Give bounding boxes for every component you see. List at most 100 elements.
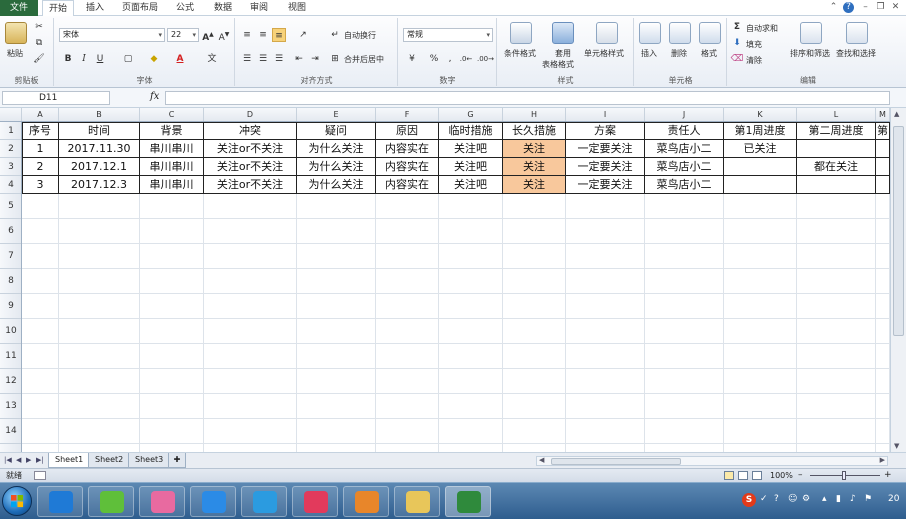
- table-cell[interactable]: 内容实在: [376, 140, 439, 158]
- horizontal-scroll-thumb[interactable]: [551, 458, 681, 465]
- table-header-cell[interactable]: 临时措施: [439, 122, 503, 140]
- table-cell[interactable]: [797, 176, 876, 194]
- cell-styles-icon[interactable]: [596, 22, 618, 44]
- align-middle-icon[interactable]: ≡: [256, 28, 270, 42]
- increase-indent-icon[interactable]: ⇥: [308, 52, 322, 66]
- row-header-13[interactable]: 13: [0, 394, 21, 419]
- insert-function-button[interactable]: fx: [150, 91, 159, 102]
- table-header-cell[interactable]: 时间: [59, 122, 140, 140]
- find-select-icon[interactable]: [846, 22, 868, 44]
- comma-button[interactable]: ,: [443, 52, 457, 66]
- copy-icon[interactable]: ⧉: [32, 36, 46, 50]
- table-header-cell[interactable]: 责任人: [645, 122, 724, 140]
- table-cell[interactable]: 内容实在: [376, 176, 439, 194]
- underline-button[interactable]: U: [93, 52, 107, 66]
- next-sheet-icon[interactable]: ▶: [26, 456, 31, 464]
- orientation-icon[interactable]: ↗: [296, 28, 310, 42]
- table-cell[interactable]: [876, 158, 890, 176]
- table-cell[interactable]: 菜鸟店小二: [645, 176, 724, 194]
- close-icon[interactable]: ✕: [890, 2, 901, 13]
- zoom-level[interactable]: 100%: [770, 469, 793, 482]
- table-cell[interactable]: 2017.12.3: [59, 176, 140, 194]
- table-cell[interactable]: 3: [22, 176, 59, 194]
- conditional-format-icon[interactable]: [510, 22, 532, 44]
- sheet-tab-1[interactable]: Sheet1: [48, 453, 91, 468]
- taskbar-app-sogou[interactable]: [37, 486, 83, 517]
- name-box[interactable]: D11: [2, 91, 110, 105]
- fill-icon[interactable]: ⬇: [730, 36, 744, 50]
- decrease-decimal-icon[interactable]: .00→: [477, 52, 494, 66]
- align-bottom-icon[interactable]: ≡: [272, 28, 286, 42]
- taskbar-app-paint[interactable]: [139, 486, 185, 517]
- fill-button[interactable]: 填充: [746, 39, 762, 50]
- table-cell[interactable]: 2: [22, 158, 59, 176]
- row-header-6[interactable]: 6: [0, 219, 21, 244]
- scroll-down-icon[interactable]: ▼: [894, 442, 899, 450]
- scroll-right-icon[interactable]: ▶: [880, 456, 885, 464]
- taskbar-app-pptv[interactable]: [241, 486, 287, 517]
- column-header-f[interactable]: F: [376, 108, 439, 121]
- clear-button[interactable]: 清除: [746, 55, 762, 66]
- tab-page-layout[interactable]: 页面布局: [118, 0, 162, 16]
- column-header-i[interactable]: I: [566, 108, 645, 121]
- table-header-cell[interactable]: 背景: [140, 122, 204, 140]
- column-header-k[interactable]: K: [724, 108, 797, 121]
- row-header-12[interactable]: 12: [0, 369, 21, 394]
- phonetic-icon[interactable]: 文: [205, 52, 219, 66]
- row-header-10[interactable]: 10: [0, 319, 21, 344]
- tray-arrow-icon[interactable]: ▴: [822, 494, 827, 504]
- taskbar-app-folder[interactable]: [394, 486, 440, 517]
- cut-icon[interactable]: ✂: [32, 20, 46, 34]
- collapse-ribbon-icon[interactable]: ⌃: [828, 2, 839, 13]
- row-header-2[interactable]: 2: [0, 140, 21, 158]
- row-header-4[interactable]: 4: [0, 176, 21, 194]
- column-header-h[interactable]: H: [503, 108, 566, 121]
- table-header-cell[interactable]: 冲突: [204, 122, 297, 140]
- font-name-combo[interactable]: 宋体 ▾: [59, 28, 165, 42]
- wrap-text-button[interactable]: 自动换行: [344, 30, 376, 41]
- sort-filter-button[interactable]: 排序和筛选: [790, 48, 830, 59]
- row-header-11[interactable]: 11: [0, 344, 21, 369]
- table-cell[interactable]: [876, 176, 890, 194]
- cell-styles-button[interactable]: 单元格样式: [584, 48, 624, 59]
- font-color-icon[interactable]: A: [173, 52, 187, 66]
- tab-review[interactable]: 审阅: [244, 0, 274, 16]
- scroll-up-icon[interactable]: ▲: [894, 110, 899, 118]
- column-header-g[interactable]: G: [439, 108, 503, 121]
- help-icon[interactable]: ?: [843, 2, 854, 13]
- restore-icon[interactable]: ❐: [875, 2, 886, 13]
- insert-cells-button[interactable]: 插入: [641, 48, 657, 59]
- column-header-e[interactable]: E: [297, 108, 376, 121]
- new-sheet-icon[interactable]: ✚: [168, 453, 186, 468]
- currency-icon[interactable]: ¥: [405, 52, 419, 66]
- align-right-icon[interactable]: ☰: [272, 52, 286, 66]
- increase-font-icon[interactable]: A▲: [201, 28, 215, 43]
- row-header-14[interactable]: 14: [0, 419, 21, 444]
- column-header-j[interactable]: J: [645, 108, 724, 121]
- paste-icon[interactable]: [5, 22, 27, 44]
- format-as-table-line2[interactable]: 表格格式: [542, 59, 574, 70]
- vertical-scroll-thumb[interactable]: [893, 126, 904, 336]
- row-header-7[interactable]: 7: [0, 244, 21, 269]
- increase-decimal-icon[interactable]: .0←: [459, 52, 473, 66]
- vertical-scrollbar[interactable]: ▲ ▼: [890, 108, 906, 452]
- table-cell[interactable]: 2017.12.1: [59, 158, 140, 176]
- wrap-text-icon[interactable]: ↵: [328, 28, 342, 42]
- merge-center-icon[interactable]: ⊞: [328, 52, 342, 66]
- table-cell[interactable]: [797, 140, 876, 158]
- border-icon[interactable]: ▢: [121, 52, 135, 66]
- table-cell[interactable]: 已关注: [724, 140, 797, 158]
- table-header-cell[interactable]: 原因: [376, 122, 439, 140]
- tab-formulas[interactable]: 公式: [170, 0, 200, 16]
- table-header-cell[interactable]: 第1周进度: [724, 122, 797, 140]
- taskbar-app-camera[interactable]: [292, 486, 338, 517]
- table-cell[interactable]: 关注or不关注: [204, 176, 297, 194]
- tray-input-icon[interactable]: ✓: [760, 494, 768, 504]
- table-header-cell[interactable]: 第二周进度: [797, 122, 876, 140]
- start-button[interactable]: [2, 486, 32, 516]
- flag-icon[interactable]: ⚑: [864, 494, 872, 504]
- sheet-tab-3[interactable]: Sheet3: [128, 453, 171, 468]
- row-header-1[interactable]: 1: [0, 122, 21, 140]
- tab-home[interactable]: 开始: [42, 0, 74, 17]
- delete-cells-icon[interactable]: [669, 22, 691, 44]
